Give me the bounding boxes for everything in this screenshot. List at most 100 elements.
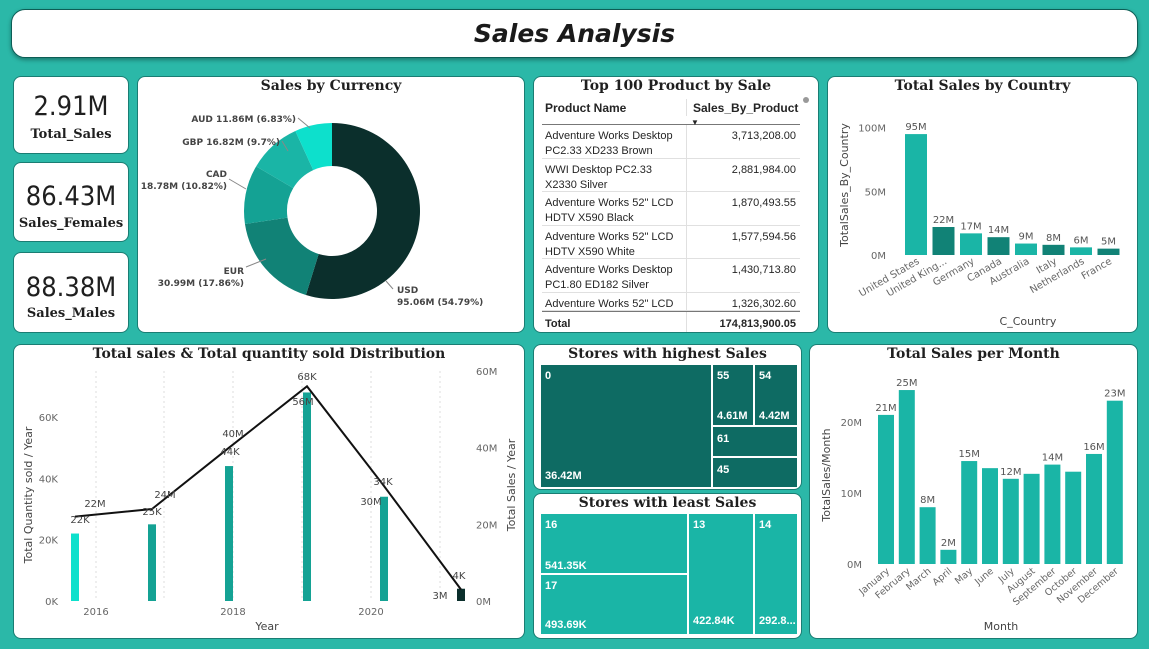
quantity-bar-2021[interactable] <box>457 588 465 601</box>
x-tick-label: Netherlands <box>1028 256 1086 296</box>
bar-march[interactable] <box>919 507 936 564</box>
tile-value: 4.61M <box>717 410 748 422</box>
table-row[interactable]: Adventure Works Desktop PC2.33 XD233 Bro… <box>542 125 800 159</box>
bar-value-label: 8M <box>1046 233 1061 244</box>
table-row[interactable]: Adventure Works 52" LCD HDTV X590 White 1… <box>542 225 800 259</box>
tile-id: 45 <box>717 464 730 476</box>
bar-value-label: 25M <box>896 378 917 389</box>
y-right-axis-title: Total Sales / Year <box>505 438 518 532</box>
stores-highest-card[interactable]: Stores with highest Sales 0 36.42M 55 4.… <box>533 344 802 490</box>
quantity-bar-2016[interactable] <box>71 533 79 601</box>
quantity-bar-2018[interactable] <box>225 466 233 601</box>
bar-october[interactable] <box>1065 471 1082 564</box>
bar-november[interactable] <box>1086 453 1102 564</box>
bar-value-label: 14M <box>1042 453 1063 464</box>
treemap-tile-store-55[interactable]: 55 4.61M <box>713 365 753 425</box>
donut-slice-eur[interactable] <box>244 217 319 296</box>
treemap-tile-store-45[interactable]: 45 <box>713 458 797 487</box>
quantity-bar-2017[interactable] <box>148 524 156 601</box>
treemap-tile-store-14[interactable]: 14 292.8... <box>755 514 797 634</box>
x-tick-label: 2018 <box>220 607 245 618</box>
total-value: 174,813,900.05 <box>719 317 796 330</box>
bar-0[interactable] <box>905 134 927 255</box>
y-right-tick-label: 60M <box>476 367 497 378</box>
slice-label: CAD <box>206 170 227 180</box>
bar-may[interactable] <box>961 461 978 564</box>
treemap-tile-store-17[interactable]: 17 493.69K <box>541 575 687 634</box>
bar-1[interactable] <box>932 227 955 255</box>
y-axis-title: TotalSales_By_Country <box>838 123 851 248</box>
kpi-card-sales-males[interactable]: 88.38M Sales_Males <box>13 252 129 333</box>
bar-7[interactable] <box>1097 248 1120 255</box>
y-left-tick-label: 20K <box>39 536 59 547</box>
monthly-bar-chart[interactable]: 20M10M0M21MJanuary25MFebruary8MMarch2MAp… <box>810 345 1138 639</box>
bar-5[interactable] <box>1042 244 1065 255</box>
treemap-tile-store-61[interactable]: 61 <box>713 427 797 456</box>
bar-july[interactable] <box>1002 478 1019 564</box>
x-tick-label: April <box>931 566 955 588</box>
product-sales-cell: 1,870,493.55 <box>731 197 796 209</box>
sales-per-month-card[interactable]: Total Sales per Month 20M 10M 0M 21M January… <box>809 344 1138 639</box>
y-tick-label: 50M <box>865 187 886 198</box>
column-header-product-name[interactable]: Product Name <box>542 99 687 116</box>
country-bar-chart[interactable]: 100M50M0M95MUnited States22MUnited King.… <box>828 77 1138 333</box>
quantity-bar-2019[interactable] <box>303 392 311 601</box>
y-right-tick-label: 40M <box>476 444 497 455</box>
top-products-card[interactable]: Top 100 Product by Sale Product Name Sal… <box>533 76 819 333</box>
treemap-highest[interactable]: 0 36.42M 55 4.61M 54 4.42M 61 45 <box>541 365 797 487</box>
bar-2[interactable] <box>960 233 982 255</box>
distribution-card[interactable]: Total sales & Total quantity sold Distri… <box>13 344 525 639</box>
sales-line[interactable] <box>74 384 462 591</box>
bar-june[interactable] <box>982 468 998 564</box>
total-label: Total <box>542 311 687 332</box>
product-name-cell: Adventure Works Desktop PC2.33 XD233 Bro… <box>542 125 687 158</box>
table-row[interactable]: Adventure Works 52" LCD 1,326,302.60 <box>542 292 800 311</box>
sort-desc-icon[interactable]: ▼ <box>691 115 699 130</box>
column-header-sales-label: Sales_By_Product <box>693 101 799 115</box>
table-row[interactable]: WWI Desktop PC2.33 X2330 Silver 2,881,984… <box>542 158 800 192</box>
kpi-card-sales-females[interactable]: 86.43M Sales_Females <box>13 162 129 242</box>
sales-by-country-card[interactable]: Total Sales by Country 100M 50M 0M 95M Unite… <box>827 76 1138 333</box>
table-row[interactable]: Adventure Works Desktop PC1.80 ED182 Sil… <box>542 259 800 293</box>
products-table[interactable]: Product Name Sales_By_Product ▼ Adventure… <box>542 97 800 332</box>
column-header-sales[interactable]: Sales_By_Product ▼ <box>687 99 800 127</box>
quantity-bar-2020[interactable] <box>380 496 388 601</box>
treemap-tile-store-16[interactable]: 16 541.35K <box>541 514 687 573</box>
scrollbar-thumb[interactable] <box>803 97 809 103</box>
bar-september[interactable] <box>1044 464 1061 564</box>
table-row[interactable]: Adventure Works 52" LCD HDTV X590 Black 1… <box>542 192 800 226</box>
distribution-combo-chart[interactable]: 60K 40K 20K 0K 60M 40M 20M 0M 22K 25K 44K 68K 34K 4K 2… <box>14 345 525 639</box>
bar-6[interactable] <box>1070 247 1092 255</box>
treemap-tile-store-13[interactable]: 13 422.84K <box>689 514 753 634</box>
table-total-row: Total 174,813,900.05 <box>542 310 800 332</box>
bar-january[interactable] <box>878 414 894 564</box>
bar-4[interactable] <box>1015 243 1037 255</box>
sales-value-label: 3M <box>433 591 448 602</box>
product-sales-cell: 1,430,713.80 <box>731 264 796 276</box>
bar-value-label: 5M <box>1101 237 1116 248</box>
y-left-tick-label: 40K <box>39 474 59 485</box>
stores-least-card[interactable]: Stores with least Sales 16 541.35K 17 49… <box>533 493 802 639</box>
bar-august[interactable] <box>1023 473 1040 564</box>
sales-value-label: 24M <box>154 490 175 501</box>
tile-id: 14 <box>759 519 772 531</box>
bar-value-label: 15M <box>959 449 980 460</box>
page-header: Sales Analysis <box>11 9 1138 58</box>
sales-by-currency-card[interactable]: Sales by Currency USD 95.06M (54.79%) EUR 3… <box>137 76 525 333</box>
treemap-least[interactable]: 16 541.35K 17 493.69K 13 422.84K 14 292.… <box>541 514 797 634</box>
treemap-tile-store-54[interactable]: 54 4.42M <box>755 365 797 425</box>
quantity-value-label: 4K <box>453 571 466 582</box>
tile-value: 4.42M <box>759 410 790 422</box>
bar-3[interactable] <box>987 237 1010 255</box>
bar-value-label: 9M <box>1019 232 1034 243</box>
page-title: Sales Analysis <box>473 19 676 48</box>
bar-april[interactable] <box>940 549 957 564</box>
bar-value-label: 95M <box>905 122 926 133</box>
treemap-tile-store-0[interactable]: 0 36.42M <box>541 365 711 487</box>
kpi-card-total-sales[interactable]: 2.91M Total_Sales <box>13 76 129 154</box>
sales-value-label: 22M <box>84 499 105 510</box>
currency-donut-chart[interactable]: USD 95.06M (54.79%) EUR 30.99M (17.86%) CAD 1… <box>138 77 525 333</box>
bar-december[interactable] <box>1106 400 1123 564</box>
bar-february[interactable] <box>898 390 915 564</box>
y-left-tick-label: 0K <box>45 597 58 608</box>
